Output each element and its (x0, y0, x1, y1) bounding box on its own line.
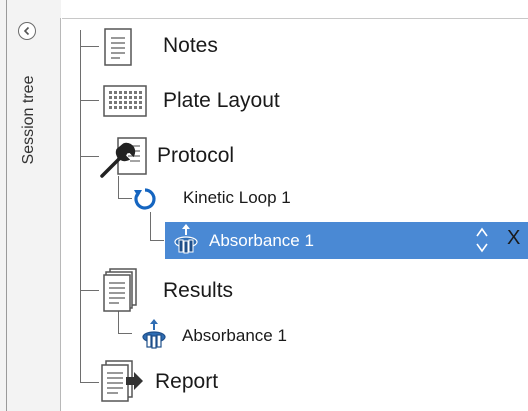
panel-top-border (62, 18, 528, 19)
collapse-panel-button[interactable] (18, 22, 36, 40)
rail-divider (60, 18, 61, 411)
tree-item-label: Absorbance 1 (209, 231, 314, 250)
tree-item-label: Kinetic Loop 1 (183, 188, 291, 207)
connector-absorbance (150, 240, 164, 241)
absorbance-icon (142, 319, 166, 349)
connector-report (80, 382, 99, 383)
rail-border (6, 0, 7, 411)
remove-step-button[interactable]: X (507, 227, 520, 250)
tree-item-label: Report (155, 370, 219, 393)
session-tree-label[interactable]: Session tree (20, 76, 38, 165)
protocol-branch-line (118, 176, 119, 198)
loop-arrow-icon (134, 188, 156, 210)
plate-grid-icon (103, 85, 147, 117)
results-branch-line (118, 310, 119, 333)
results-document-icon (103, 268, 137, 312)
tree-trunk-line (80, 30, 81, 382)
notes-icon (104, 28, 132, 66)
chevron-left-icon (23, 26, 30, 36)
connector-protocol (80, 156, 99, 157)
report-document-icon (101, 360, 143, 402)
connector-results (80, 290, 99, 291)
tree-item-label: Results (163, 279, 234, 302)
connector-kinetic (118, 198, 132, 199)
tree-item-label: Notes (163, 34, 218, 57)
wrench-document-icon (100, 137, 147, 178)
session-tree-rail: Session tree (0, 0, 61, 411)
connector-results-absorbance (118, 333, 132, 334)
tree-item-label: Protocol (157, 144, 235, 167)
connector-notes (80, 46, 99, 47)
tree-item-label: Plate Layout (163, 89, 280, 112)
kinetic-branch-line (150, 212, 151, 240)
absorbance-icon (174, 224, 198, 254)
tree-item-label: Absorbance 1 (182, 326, 287, 345)
connector-plate (80, 100, 99, 101)
up-down-arrows-icon[interactable] (475, 226, 489, 254)
